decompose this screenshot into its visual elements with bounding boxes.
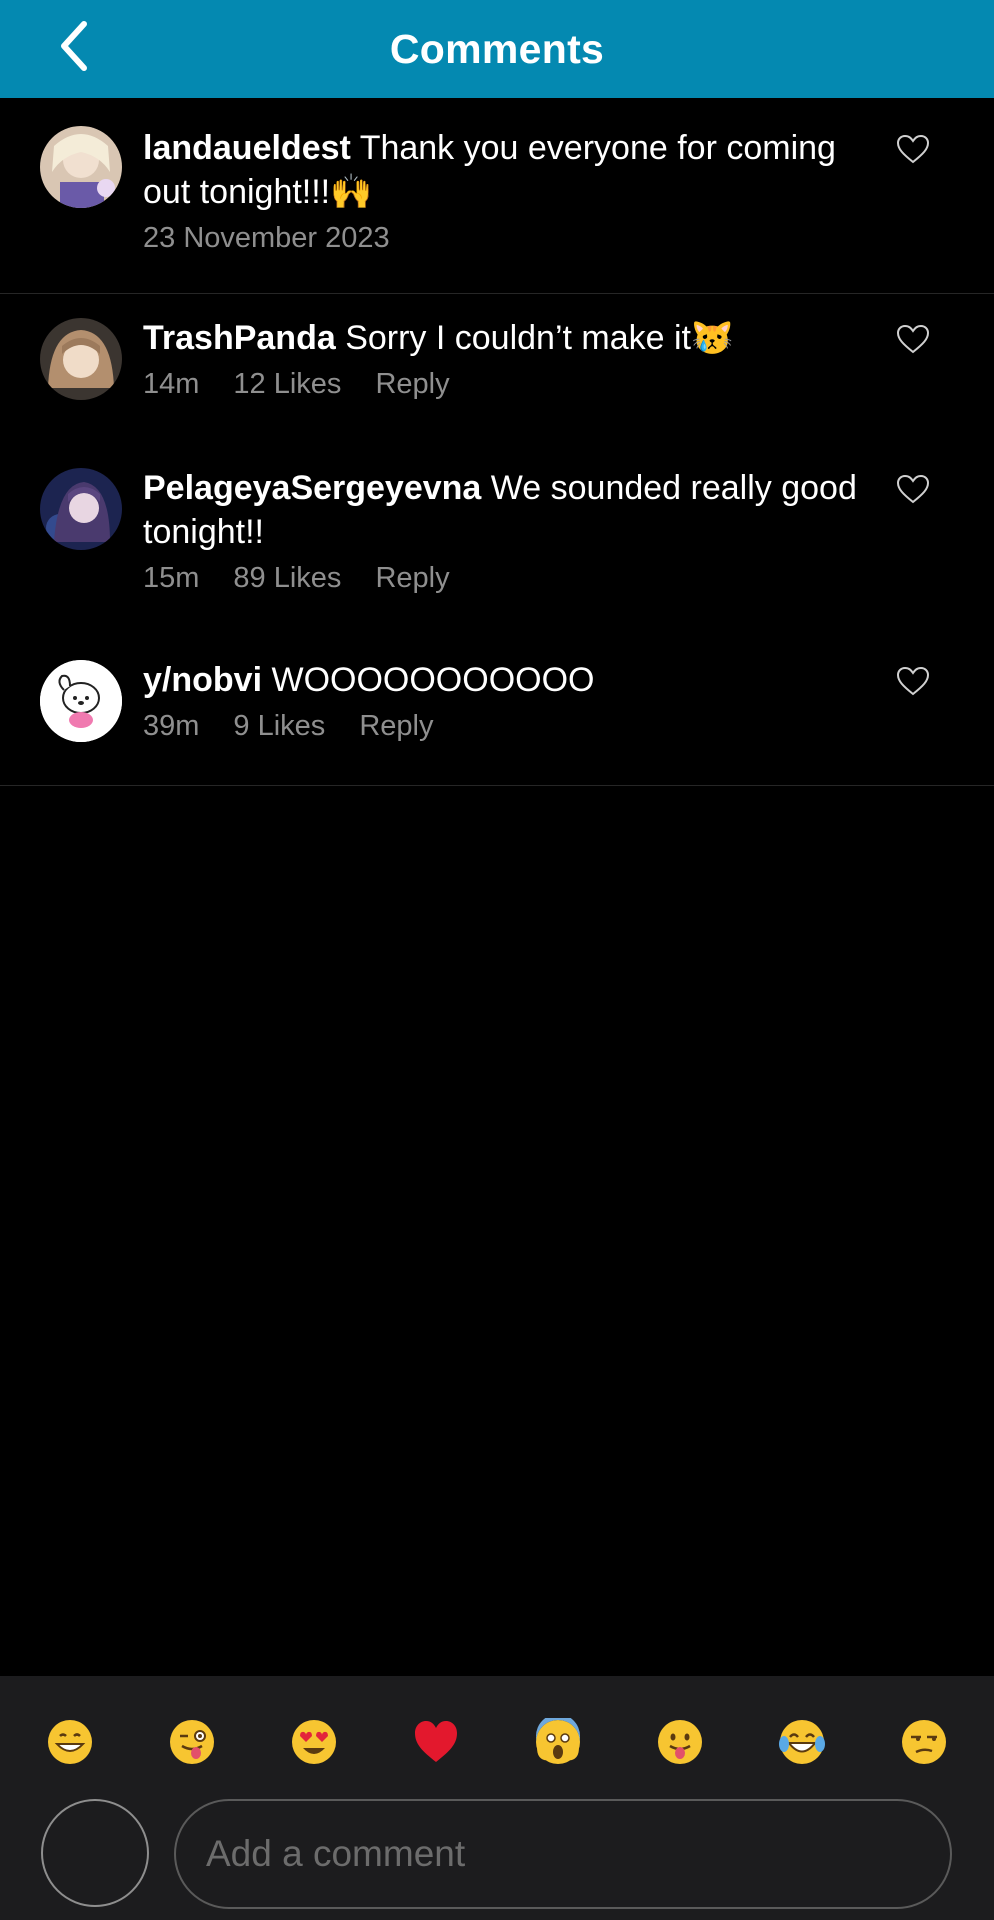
- emoji-button[interactable]: [650, 1712, 710, 1772]
- heart-eyes-icon: [292, 1720, 336, 1764]
- comment-item: TrashPanda Sorry I couldn’t make it😿 14m…: [0, 294, 994, 446]
- comment-text: Sorry I couldn’t make it😿: [345, 319, 734, 357]
- back-button[interactable]: [44, 16, 104, 76]
- emoji-button[interactable]: [284, 1712, 344, 1772]
- comment-username[interactable]: landaueldest: [143, 129, 351, 167]
- comment-text-line: PelageyaSergeyevna We sounded really goo…: [143, 466, 883, 554]
- comment-item: y/nobvi WOOOOOOOOOOO 39m 9 Likes Reply: [0, 638, 994, 786]
- header-bar: Comments: [0, 0, 994, 98]
- user-avatar-circle: [41, 1799, 149, 1907]
- like-heart-icon[interactable]: [896, 666, 930, 696]
- comment-text-line: landaueldest Thank you everyone for comi…: [143, 126, 883, 214]
- red-heart-icon: [415, 1721, 457, 1762]
- comment-body: landaueldest Thank you everyone for comi…: [143, 126, 883, 255]
- comment-time: 39m: [143, 710, 200, 742]
- like-heart-icon[interactable]: [896, 324, 930, 354]
- comment-username[interactable]: y/nobvi: [143, 661, 262, 699]
- comment-likes[interactable]: 9 Likes: [233, 710, 325, 743]
- comment-body: PelageyaSergeyevna We sounded really goo…: [143, 466, 883, 595]
- comment-username[interactable]: TrashPanda: [143, 319, 336, 357]
- emoji-row: [0, 1712, 994, 1772]
- comment-time: 15m: [143, 562, 200, 594]
- avatar[interactable]: [40, 660, 122, 742]
- comment-list: landaueldest Thank you everyone for comi…: [0, 98, 994, 786]
- avatar[interactable]: [40, 126, 122, 208]
- emoji-button[interactable]: [772, 1712, 832, 1772]
- reply-button[interactable]: Reply: [359, 710, 433, 743]
- comment-meta: 15m 89 Likes Reply: [143, 562, 883, 595]
- comment-meta: 14m 12 Likes Reply: [143, 368, 883, 401]
- emoji-bar: [0, 1676, 994, 1920]
- avatar[interactable]: [40, 318, 122, 400]
- comment-likes[interactable]: 89 Likes: [233, 562, 341, 595]
- comment-item: PelageyaSergeyevna We sounded really goo…: [0, 446, 994, 638]
- comment-item: landaueldest Thank you everyone for comi…: [0, 98, 994, 294]
- reply-button[interactable]: Reply: [375, 562, 449, 595]
- emoji-button[interactable]: [406, 1712, 466, 1772]
- emoji-button[interactable]: [528, 1712, 588, 1772]
- comment-text-line: TrashPanda Sorry I couldn’t make it😿: [143, 316, 883, 360]
- page-title: Comments: [389, 25, 605, 72]
- emoji-button[interactable]: [162, 1712, 222, 1772]
- comment-time: 14m: [143, 368, 200, 400]
- comment-body: y/nobvi WOOOOOOOOOOO 39m 9 Likes Reply: [143, 658, 883, 743]
- comment-likes[interactable]: 12 Likes: [233, 368, 341, 401]
- like-heart-icon[interactable]: [896, 474, 930, 504]
- unamused-icon: [902, 1720, 946, 1764]
- scream-icon: [536, 1718, 580, 1764]
- reply-button[interactable]: Reply: [375, 368, 449, 401]
- comment-meta: 39m 9 Likes Reply: [143, 710, 883, 743]
- tears-of-joy-icon: [779, 1720, 825, 1764]
- avatar[interactable]: [40, 468, 122, 550]
- chevron-left-icon: [61, 21, 87, 71]
- emoji-button[interactable]: [40, 1712, 100, 1772]
- like-heart-icon[interactable]: [896, 134, 930, 164]
- comment-body: TrashPanda Sorry I couldn’t make it😿 14m…: [143, 316, 883, 401]
- tongue-icon: [658, 1720, 702, 1764]
- comment-username[interactable]: PelageyaSergeyevna: [143, 469, 481, 507]
- wink-tongue-icon: [170, 1720, 214, 1764]
- comment-date: 23 November 2023: [143, 222, 390, 254]
- emoji-button[interactable]: [894, 1712, 954, 1772]
- comment-meta: 23 November 2023: [143, 222, 883, 255]
- grin-icon: [48, 1720, 92, 1764]
- comment-text: WOOOOOOOOOOO: [271, 661, 595, 699]
- comment-text-line: y/nobvi WOOOOOOOOOOO: [143, 658, 883, 702]
- comment-input[interactable]: [174, 1799, 952, 1909]
